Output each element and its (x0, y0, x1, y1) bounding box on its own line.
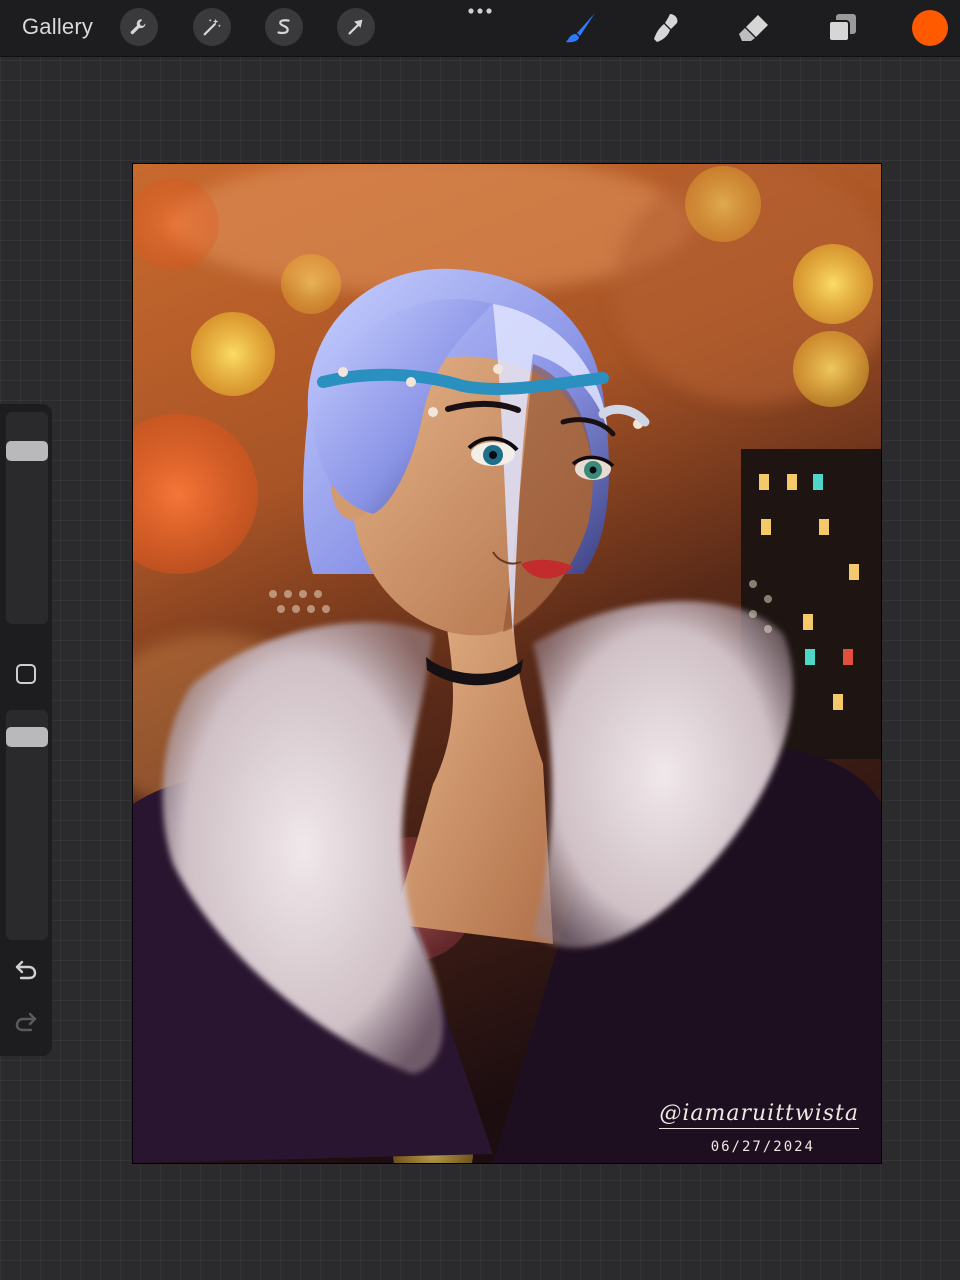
brush-size-slider-thumb[interactable] (6, 440, 48, 461)
selection-s-icon[interactable] (265, 8, 303, 46)
redo-icon[interactable] (12, 1008, 40, 1034)
gallery-button[interactable]: Gallery (22, 14, 93, 40)
magic-wand-icon[interactable] (193, 8, 231, 46)
artist-signature: @iamaruittwista (659, 1101, 859, 1129)
color-picker-swatch[interactable] (912, 10, 948, 46)
top-toolbar: Gallery (0, 0, 960, 57)
transform-arrow-icon[interactable] (337, 8, 375, 46)
more-dots-icon[interactable] (466, 4, 494, 18)
artwork-date: 06/27/2024 (710, 1139, 815, 1155)
eraser-icon[interactable] (736, 10, 772, 46)
undo-icon[interactable] (12, 956, 40, 982)
wrench-icon[interactable] (120, 8, 158, 46)
brush-icon[interactable] (562, 10, 598, 46)
smudge-icon[interactable] (649, 10, 685, 46)
brush-opacity-slider-thumb[interactable] (6, 726, 48, 747)
square-outline-icon[interactable] (14, 662, 38, 686)
layers-icon[interactable] (824, 10, 860, 46)
portrait-artwork (133, 164, 881, 1163)
sidebar (0, 404, 52, 1056)
artwork-canvas[interactable]: @iamaruittwista 06/27/2024 (133, 164, 881, 1163)
